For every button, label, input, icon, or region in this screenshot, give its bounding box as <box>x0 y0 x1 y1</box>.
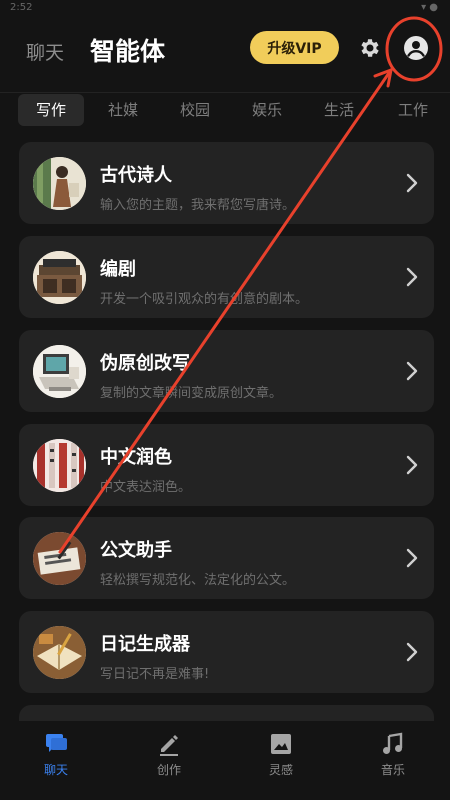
agent-card-ancient-poet[interactable]: 古代诗人 输入您的主题，我来帮您写唐诗。 <box>19 142 434 224</box>
nav-label: 创作 <box>156 763 181 777</box>
pencil-icon <box>160 735 178 756</box>
category-tabs: 写作 社媒 校园 娱乐 生活 工作 <box>0 94 450 126</box>
card-title: 编剧 <box>100 259 136 280</box>
header-tab-agent[interactable]: 智能体 <box>90 32 165 68</box>
image-icon <box>271 734 291 754</box>
header-divider <box>0 92 450 93</box>
card-title: 公文助手 <box>100 540 172 561</box>
category-tab-social[interactable]: 社媒 <box>96 94 150 126</box>
chevron-right-icon <box>406 361 418 381</box>
category-tab-work[interactable]: 工作 <box>386 94 440 126</box>
screenwriter-avatar <box>33 251 86 304</box>
category-tab-writing[interactable]: 写作 <box>18 94 84 126</box>
user-circle-icon <box>404 36 428 60</box>
card-description: 中文表达润色。 <box>100 480 192 495</box>
card-title: 古代诗人 <box>100 165 172 186</box>
chevron-right-icon <box>406 173 418 193</box>
agent-card-diary-generator[interactable]: 日记生成器 写日记不再是难事! <box>19 611 434 693</box>
card-title: 日记生成器 <box>100 634 190 655</box>
status-time: 2:52 <box>10 2 33 13</box>
card-description: 输入您的主题，我来帮您写唐诗。 <box>100 198 296 213</box>
card-description: 复制的文章瞬间变成原创文章。 <box>100 386 283 401</box>
chat-icon <box>46 734 67 752</box>
status-bar: 2:52 ▾ ● <box>0 0 450 18</box>
agent-screen: 2:52 ▾ ● 聊天 智能体 升级VIP 写作 社媒 校园 娱乐 生活 工作 <box>0 0 450 800</box>
chevron-right-icon <box>406 548 418 568</box>
card-title: 中文润色 <box>100 447 172 468</box>
settings-button[interactable] <box>358 36 382 60</box>
diary-generator-avatar <box>33 626 86 679</box>
agent-card-rewriter[interactable]: 伪原创改写 复制的文章瞬间变成原创文章。 <box>19 330 434 412</box>
gear-icon <box>361 39 379 57</box>
header-tab-chat[interactable]: 聊天 <box>26 38 64 65</box>
agent-card-document-assistant[interactable]: 公文助手 轻松撰写规范化、法定化的公文。 <box>19 517 434 599</box>
top-header: 聊天 智能体 升级VIP <box>0 18 450 93</box>
chevron-right-icon <box>406 455 418 475</box>
polish-avatar <box>33 439 86 492</box>
category-tab-campus[interactable]: 校园 <box>168 94 222 126</box>
status-icons: ▾ ● <box>421 2 438 13</box>
agent-card-polish[interactable]: 中文润色 中文表达润色。 <box>19 424 434 506</box>
upgrade-vip-button[interactable]: 升级VIP <box>250 31 339 64</box>
profile-button[interactable] <box>403 35 429 61</box>
agent-card-screenwriter[interactable]: 编剧 开发一个吸引观众的有创意的剧本。 <box>19 236 434 318</box>
category-tab-entertainment[interactable]: 娱乐 <box>240 94 294 126</box>
chevron-right-icon <box>406 267 418 287</box>
nav-label: 聊天 <box>43 763 68 777</box>
card-title: 伪原创改写 <box>100 353 190 374</box>
rewriter-avatar <box>33 345 86 398</box>
category-tab-life[interactable]: 生活 <box>312 94 366 126</box>
ancient-poet-avatar <box>33 157 86 210</box>
nav-item-music[interactable]: 音乐 <box>363 731 423 778</box>
chevron-right-icon <box>406 642 418 662</box>
nav-item-chat[interactable]: 聊天 <box>26 731 86 778</box>
card-description: 写日记不再是难事! <box>100 667 210 682</box>
nav-item-inspiration[interactable]: 灵感 <box>251 731 311 778</box>
card-description: 轻松撰写规范化、法定化的公文。 <box>100 573 296 588</box>
music-icon <box>383 732 403 754</box>
nav-label: 音乐 <box>380 763 405 777</box>
nav-label: 灵感 <box>268 763 293 777</box>
card-description: 开发一个吸引观众的有创意的剧本。 <box>100 292 309 307</box>
document-assistant-avatar <box>33 532 86 585</box>
nav-item-create[interactable]: 创作 <box>139 731 199 778</box>
bottom-nav: 聊天 创作 灵感 音乐 <box>0 721 450 800</box>
